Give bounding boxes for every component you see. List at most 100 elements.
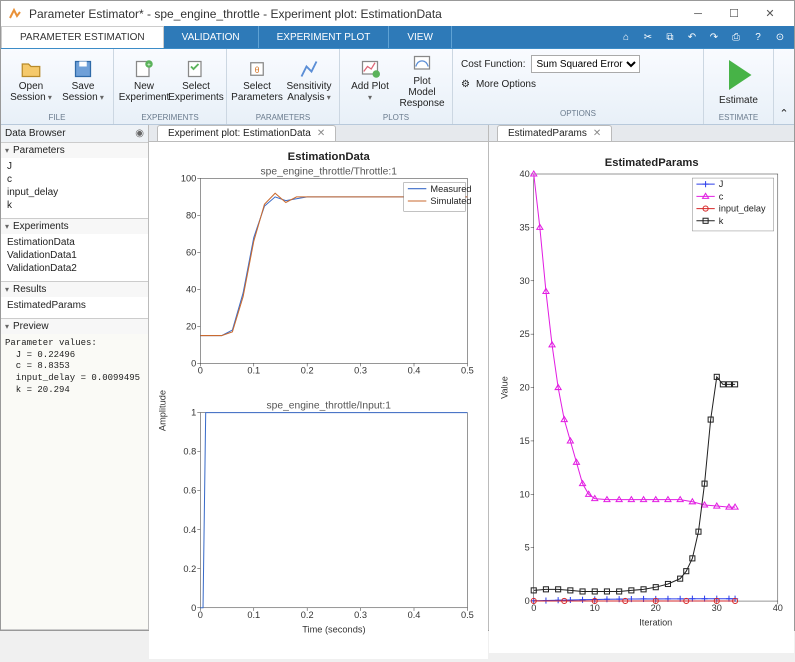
svg-text:input_delay: input_delay xyxy=(719,204,766,214)
qat-help-icon[interactable]: ? xyxy=(750,30,766,44)
ribbon-quick-access: ⌂ ✂ ⧉ ↶ ↷ ⎙ ? ⊙ xyxy=(452,26,794,48)
svg-text:Time (seconds): Time (seconds) xyxy=(302,624,365,634)
toolstrip: Open Session Save Session FILE + New Exp… xyxy=(1,49,794,125)
qat-cut-icon[interactable]: ✂ xyxy=(640,30,656,44)
close-button[interactable]: ✕ xyxy=(752,2,788,26)
collapse-ribbon-button[interactable]: ⌃ xyxy=(774,49,794,124)
experiments-section-header[interactable]: Experiments xyxy=(1,219,148,234)
estimate-button[interactable] xyxy=(719,55,759,95)
svg-text:20: 20 xyxy=(651,603,661,613)
left-plot-canvas: EstimationData spe_engine_throttle/Thrott… xyxy=(149,142,488,659)
svg-text:spe_engine_throttle/Throttle:1: spe_engine_throttle/Throttle:1 xyxy=(261,166,398,177)
save-session-button[interactable]: Save Session xyxy=(59,51,107,111)
tab-parameter-estimation[interactable]: PARAMETER ESTIMATION xyxy=(1,26,164,48)
plot-model-response-button[interactable]: Plot Model Response xyxy=(398,51,446,111)
svg-text:0.4: 0.4 xyxy=(183,525,196,535)
close-icon[interactable]: ✕ xyxy=(593,128,601,139)
svg-text:0.1: 0.1 xyxy=(247,366,260,376)
qat-redo-icon[interactable]: ↷ xyxy=(706,30,722,44)
minimize-button[interactable]: ─ xyxy=(680,2,716,26)
svg-text:20: 20 xyxy=(186,321,196,331)
select-experiments-icon xyxy=(186,59,206,79)
svg-text:40: 40 xyxy=(773,603,783,613)
data-browser-title: Data Browser xyxy=(5,128,66,139)
tab-experiment-plot[interactable]: EXPERIMENT PLOT xyxy=(259,26,390,48)
experiment-item[interactable]: ValidationData1 xyxy=(5,249,144,262)
svg-text:40: 40 xyxy=(519,169,529,179)
svg-text:0: 0 xyxy=(191,603,196,613)
svg-text:Measured: Measured xyxy=(430,184,471,194)
group-label-experiments: EXPERIMENTS xyxy=(120,111,220,122)
group-label-options: OPTIONS xyxy=(461,107,695,118)
experiment-item[interactable]: ValidationData2 xyxy=(5,262,144,275)
svg-text:+: + xyxy=(147,62,151,69)
browser-options-icon[interactable]: ◉ xyxy=(135,128,144,139)
qat-undo-icon[interactable]: ↶ xyxy=(684,30,700,44)
qat-home-icon[interactable]: ⌂ xyxy=(618,30,634,44)
svg-text:0.2: 0.2 xyxy=(183,564,196,574)
preview-text: Parameter values: J = 0.22496 c = 8.8353… xyxy=(1,334,148,629)
svg-text:1: 1 xyxy=(191,408,196,418)
svg-text:0: 0 xyxy=(191,358,196,368)
svg-text:30: 30 xyxy=(712,603,722,613)
qat-print-icon[interactable]: ⎙ xyxy=(728,30,744,44)
group-label-file: FILE xyxy=(7,111,107,122)
svg-text:EstimationData: EstimationData xyxy=(288,151,371,163)
window-title: Parameter Estimator* - spe_engine_thrott… xyxy=(29,7,680,21)
parameter-item[interactable]: k xyxy=(5,199,144,212)
save-icon xyxy=(73,59,93,79)
parameter-item[interactable]: c xyxy=(5,173,144,186)
svg-text:5: 5 xyxy=(525,543,530,553)
svg-text:J: J xyxy=(719,179,724,189)
tab-view[interactable]: VIEW xyxy=(389,26,452,48)
results-section-header[interactable]: Results xyxy=(1,282,148,297)
maximize-button[interactable]: ☐ xyxy=(716,2,752,26)
qat-copy-icon[interactable]: ⧉ xyxy=(662,30,678,44)
svg-text:40: 40 xyxy=(186,284,196,294)
svg-text:60: 60 xyxy=(186,247,196,257)
tab-validation[interactable]: VALIDATION xyxy=(164,26,259,48)
svg-text:θ: θ xyxy=(255,65,260,75)
sensitivity-analysis-button[interactable]: Sensitivity Analysis xyxy=(285,51,333,111)
parameters-section-header[interactable]: Parameters xyxy=(1,143,148,158)
parameter-item[interactable]: J xyxy=(5,160,144,173)
experiment-item[interactable]: EstimationData xyxy=(5,236,144,249)
tab-estimated-params[interactable]: EstimatedParams ✕ xyxy=(497,125,612,141)
select-parameters-icon: θ xyxy=(247,59,267,79)
svg-text:Value: Value xyxy=(499,376,509,399)
svg-text:Amplitude: Amplitude xyxy=(157,390,167,431)
svg-text:0.5: 0.5 xyxy=(461,366,474,376)
svg-text:Iteration: Iteration xyxy=(639,617,672,627)
svg-text:0.8: 0.8 xyxy=(183,447,196,457)
svg-text:20: 20 xyxy=(519,383,529,393)
ribbon-tabs: PARAMETER ESTIMATION VALIDATION EXPERIME… xyxy=(1,27,794,49)
select-experiments-button[interactable]: Select Experiments xyxy=(172,51,220,111)
svg-text:0.3: 0.3 xyxy=(354,610,367,620)
select-parameters-button[interactable]: θ Select Parameters xyxy=(233,51,281,111)
preview-section-header[interactable]: Preview xyxy=(1,319,148,334)
new-experiment-icon: + xyxy=(134,59,154,79)
svg-text:80: 80 xyxy=(186,210,196,220)
qat-options-icon[interactable]: ⊙ xyxy=(772,30,788,44)
cost-function-select[interactable]: Sum Squared Error xyxy=(531,55,640,73)
cost-function-label: Cost Function: xyxy=(461,59,525,70)
group-label-parameters: PARAMETERS xyxy=(233,111,333,122)
svg-text:0: 0 xyxy=(525,596,530,606)
new-experiment-button[interactable]: + New Experiment xyxy=(120,51,168,111)
result-item[interactable]: EstimatedParams xyxy=(5,299,144,312)
open-session-button[interactable]: Open Session xyxy=(7,51,55,111)
add-plot-button[interactable]: Add Plot xyxy=(346,51,394,111)
svg-text:0: 0 xyxy=(531,603,536,613)
tab-experiment-plot-estimation[interactable]: Experiment plot: EstimationData ✕ xyxy=(157,125,336,141)
svg-text:0.3: 0.3 xyxy=(354,366,367,376)
svg-text:0.5: 0.5 xyxy=(461,610,474,620)
estimate-label: Estimate xyxy=(719,95,758,106)
svg-text:0: 0 xyxy=(198,366,203,376)
more-options-button[interactable]: More Options xyxy=(476,79,536,90)
close-icon[interactable]: ✕ xyxy=(317,128,325,139)
sensitivity-icon xyxy=(299,59,319,79)
svg-text:k: k xyxy=(719,216,724,226)
parameter-item[interactable]: input_delay xyxy=(5,186,144,199)
add-plot-icon xyxy=(360,59,380,79)
right-plot-canvas: EstimatedParams0102030400510152025303540… xyxy=(489,142,794,653)
